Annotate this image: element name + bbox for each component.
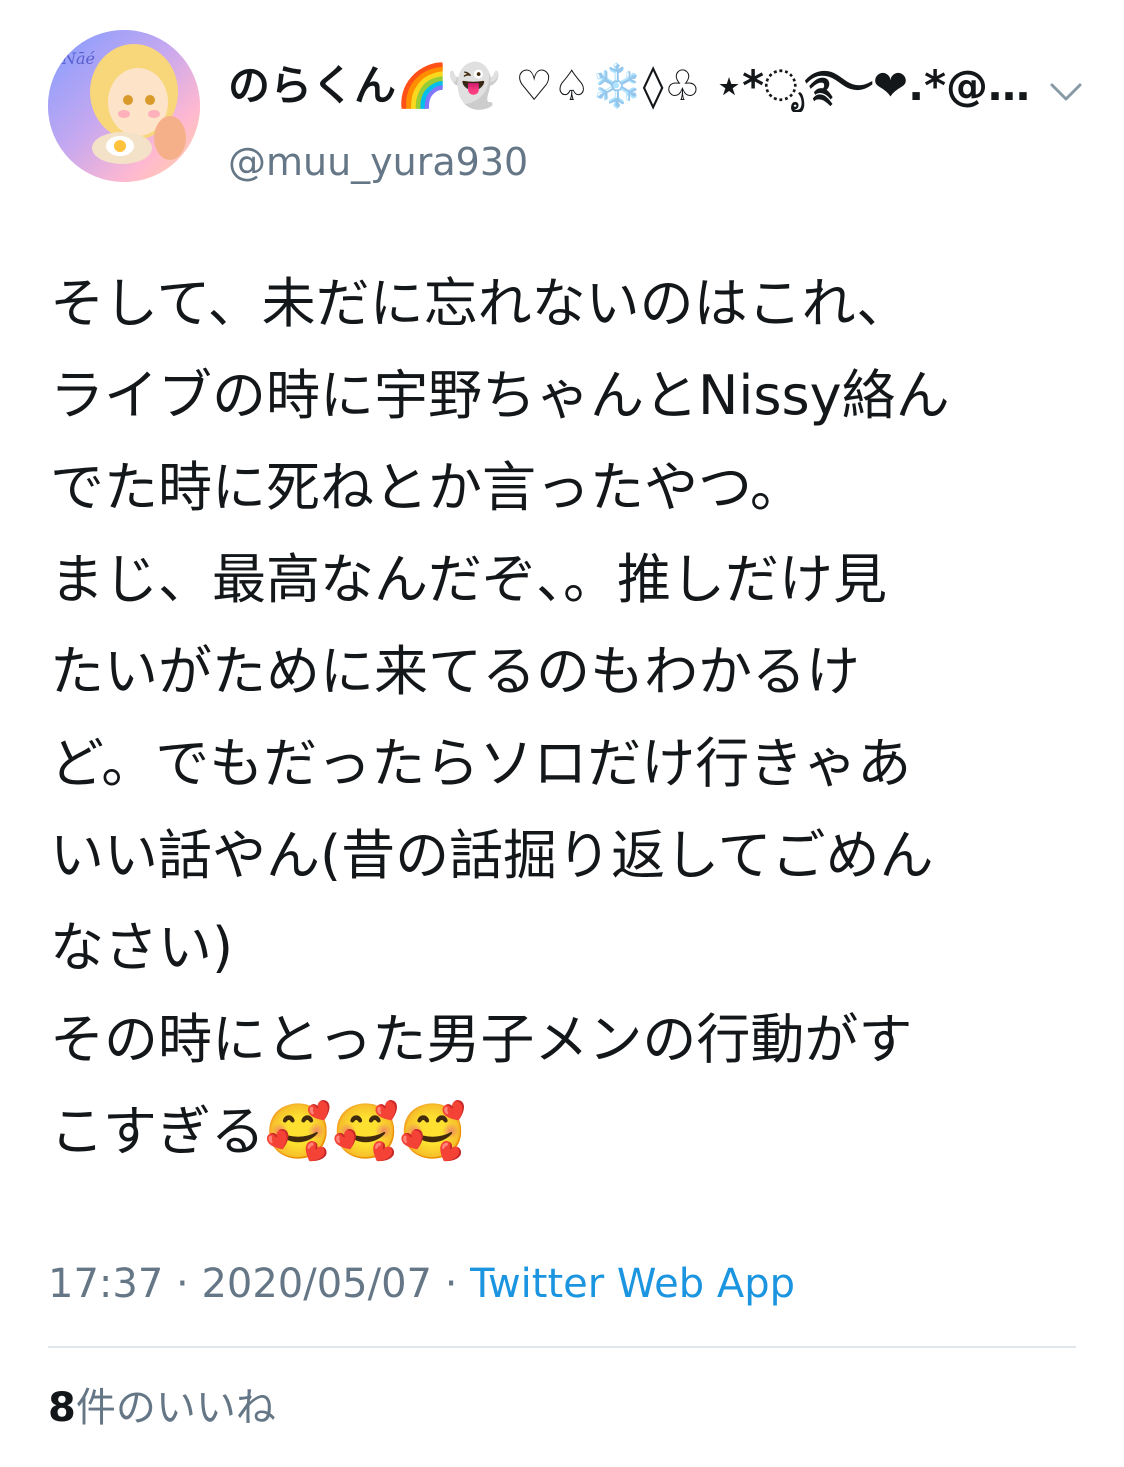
tweet-metadata: 17:37 · 2020/05/07 · Twitter Web App bbox=[48, 1256, 795, 1312]
tweet-time: 17:37 bbox=[48, 1261, 164, 1307]
tweet-text-line: ど。でもだったらソロだけ行きゃあ bbox=[50, 732, 912, 795]
divider bbox=[48, 1346, 1076, 1348]
tweet-text-line: いい話やん(昔の話掘り返してごめん bbox=[50, 824, 934, 887]
tweet-text-line: たいがために来てるのもわかるけ bbox=[50, 640, 860, 703]
tweet-text-line: こすぎる🥰🥰🥰 bbox=[50, 1100, 467, 1163]
tweet-text-line: なさい) bbox=[50, 916, 234, 979]
chevron-down-icon[interactable] bbox=[1044, 70, 1088, 114]
tweet-text-line: でた時に死ねとか言ったやつ。 bbox=[50, 456, 804, 519]
likes-link[interactable]: 8件のいいね bbox=[48, 1380, 276, 1436]
tweet-header: Nāé のらくん🌈👻 ♡♤❄️◊♧ ⋆*ೃ࿐❤︎.*@… @muu_yura93… bbox=[48, 30, 1088, 190]
tweet-text-line: そして、未だに忘れないのはこれ、 bbox=[50, 272, 911, 335]
avatar[interactable]: Nāé bbox=[48, 30, 200, 182]
tweet-text-line: まじ、最高なんだぞ、。推しだけ見 bbox=[50, 548, 887, 611]
tweet-date: 2020/05/07 bbox=[201, 1261, 432, 1307]
likes-count: 8 bbox=[48, 1385, 76, 1431]
author-handle[interactable]: @muu_yura930 bbox=[228, 138, 528, 186]
meta-separator: · bbox=[176, 1261, 189, 1307]
likes-label: 件のいいね bbox=[75, 1385, 276, 1431]
user-avatar-illustration-icon: Nāé bbox=[48, 30, 200, 182]
tweet-text-line: ライブの時に宇野ちゃんとNissy絡ん bbox=[50, 364, 950, 427]
meta-separator: · bbox=[444, 1261, 458, 1307]
tweet-body: そして、未だに忘れないのはこれ、 ライブの時に宇野ちゃんとNissy絡ん でた時… bbox=[50, 258, 1080, 1178]
svg-text:Nāé: Nāé bbox=[61, 49, 95, 68]
tweet-source-link[interactable]: Twitter Web App bbox=[470, 1261, 795, 1307]
author-display-name[interactable]: のらくん🌈👻 ♡♤❄️◊♧ ⋆*ೃ࿐❤︎.*@… bbox=[228, 60, 1030, 112]
tweet-text-line: その時にとった男子メンの行動がす bbox=[50, 1008, 913, 1071]
